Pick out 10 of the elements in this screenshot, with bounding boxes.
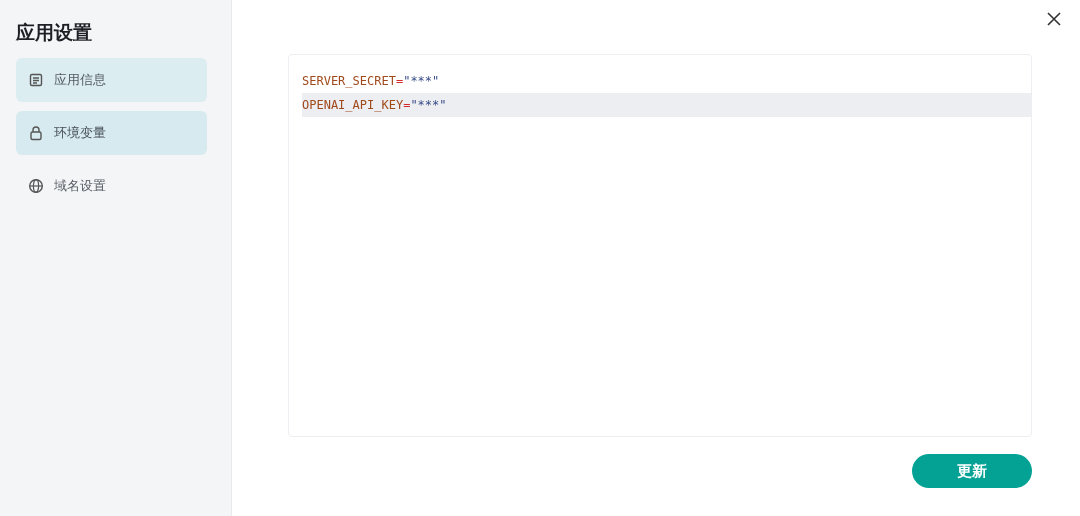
close-icon[interactable] xyxy=(1046,11,1062,27)
document-icon xyxy=(28,72,44,88)
globe-icon xyxy=(28,178,44,194)
sidebar-item[interactable]: 应用信息 xyxy=(16,58,207,102)
sidebar-item[interactable]: 环境变量 xyxy=(16,111,207,155)
sidebar-item[interactable]: 域名设置 xyxy=(16,164,207,208)
lock-icon xyxy=(28,125,44,141)
code-editor[interactable]: SERVER_SECRET="***" OPENAI_API_KEY="***" xyxy=(288,54,1032,437)
code-line: SERVER_SECRET="***" xyxy=(302,73,441,90)
sidebar-title: 应用设置 xyxy=(16,20,93,44)
